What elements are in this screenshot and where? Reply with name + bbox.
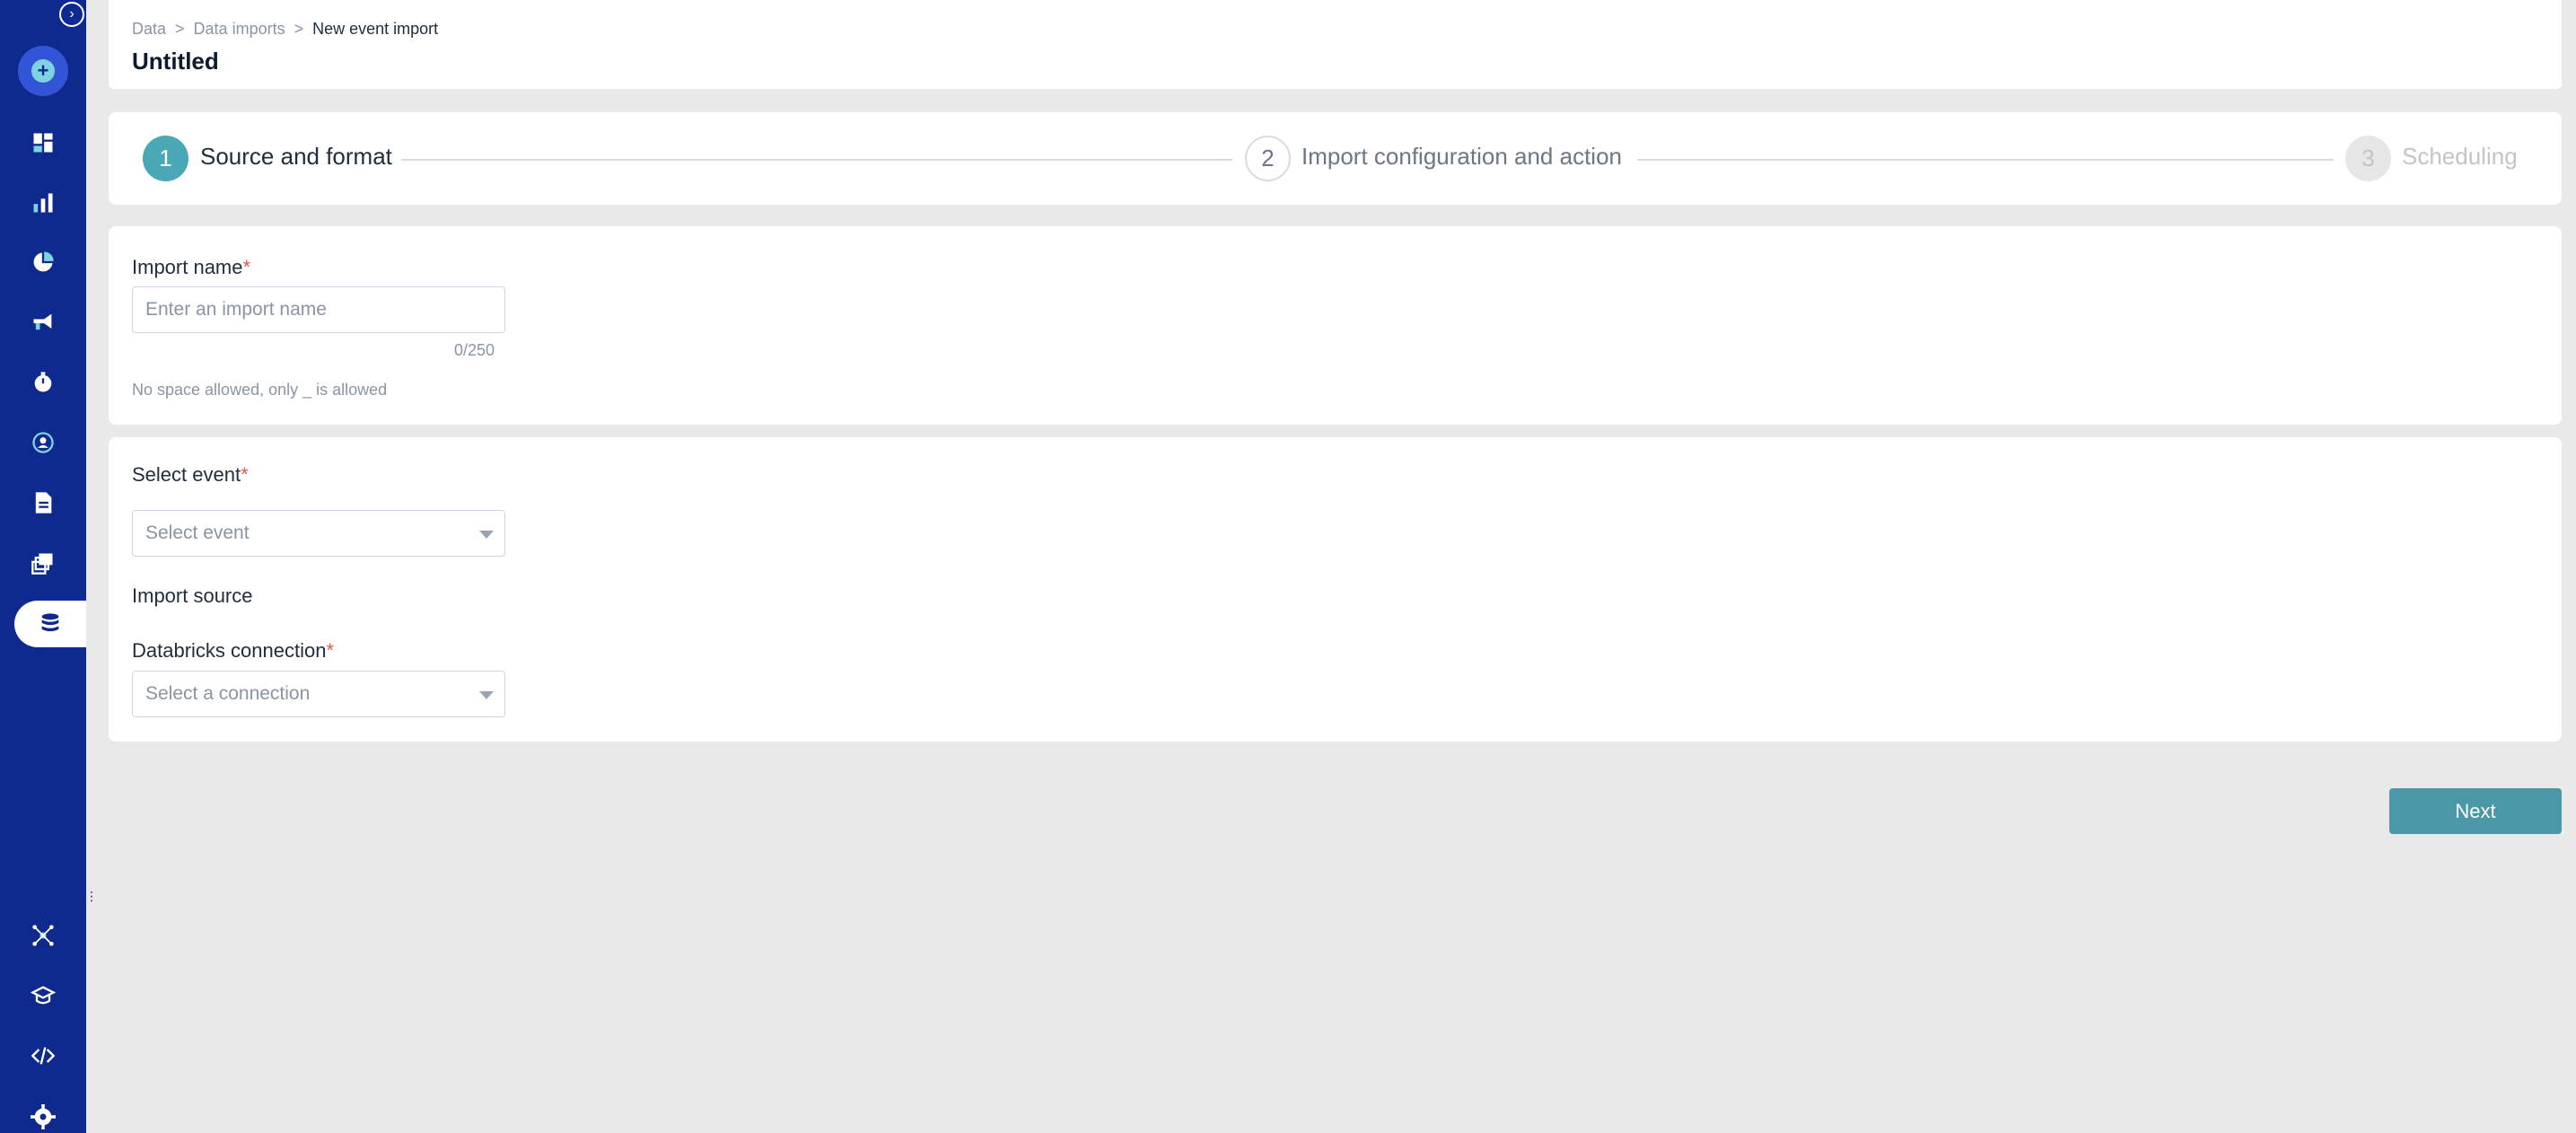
user-target-icon bbox=[32, 432, 54, 453]
import-name-label: Import name* bbox=[132, 256, 250, 279]
select-event-placeholder: Select event bbox=[145, 523, 250, 543]
sidebar-item-settings[interactable] bbox=[0, 1093, 86, 1133]
gear-icon bbox=[31, 1104, 56, 1129]
page-title[interactable]: Untitled bbox=[132, 48, 219, 75]
breadcrumb-separator: > bbox=[294, 20, 304, 38]
sidebar-item-audience[interactable] bbox=[0, 419, 86, 466]
plus-circle-icon: + bbox=[31, 59, 55, 83]
network-icon bbox=[32, 925, 54, 946]
breadcrumb-item-data[interactable]: Data bbox=[132, 20, 166, 39]
code-icon bbox=[31, 1047, 56, 1065]
databricks-connection-label-text: Databricks connection bbox=[132, 639, 327, 662]
chevron-right-circle-icon[interactable]: › bbox=[59, 2, 84, 27]
required-mark: * bbox=[241, 463, 249, 486]
event-source-card: Select event* Select event Import source… bbox=[109, 437, 2562, 742]
sidebar: › + ⋮ bbox=[0, 0, 98, 1133]
step-connector bbox=[401, 159, 1232, 161]
breadcrumb: Data > Data imports > New event import bbox=[132, 20, 438, 39]
chevron-down-icon bbox=[479, 531, 494, 539]
stopwatch-icon bbox=[34, 372, 52, 392]
sidebar-item-integrations[interactable] bbox=[0, 912, 86, 959]
sidebar-item-content[interactable] bbox=[0, 479, 86, 526]
step-1-number: 1 bbox=[143, 136, 188, 181]
dashboard-icon bbox=[33, 133, 53, 153]
step-2-number: 2 bbox=[1245, 136, 1291, 181]
create-button[interactable]: + bbox=[18, 46, 68, 96]
sidebar-item-developer[interactable] bbox=[0, 1032, 86, 1079]
step-3-number: 3 bbox=[2345, 136, 2391, 181]
breadcrumb-separator: > bbox=[175, 20, 185, 38]
sidebar-item-assets[interactable] bbox=[0, 540, 86, 586]
databricks-connection-label: Databricks connection* bbox=[132, 639, 334, 663]
step-2-label: Import configuration and action bbox=[1301, 143, 1622, 170]
character-counter: 0/250 bbox=[454, 341, 495, 359]
required-mark: * bbox=[242, 256, 251, 278]
sidebar-item-analytics[interactable] bbox=[0, 239, 86, 285]
import-name-card: Import name* 0/250 No space allowed, onl… bbox=[109, 226, 2562, 425]
document-icon bbox=[35, 492, 52, 514]
graduation-cap-icon bbox=[31, 986, 56, 1005]
import-name-label-text: Import name bbox=[132, 256, 243, 278]
step-1-label: Source and format bbox=[200, 143, 392, 170]
sidebar-item-academy[interactable] bbox=[0, 972, 86, 1019]
layers-icon bbox=[31, 553, 53, 575]
sidebar-item-journeys[interactable] bbox=[0, 359, 86, 406]
import-source-heading: Import source bbox=[132, 584, 253, 607]
select-event-label-text: Select event bbox=[132, 463, 241, 486]
pie-chart-icon bbox=[33, 251, 54, 272]
import-name-input[interactable] bbox=[132, 286, 505, 333]
sidebar-resize-handle[interactable]: ⋮ bbox=[85, 889, 98, 907]
step-connector bbox=[1637, 159, 2334, 161]
page-header: Data > Data imports > New event import U… bbox=[109, 0, 2562, 89]
sidebar-item-dashboard[interactable] bbox=[0, 119, 86, 166]
import-name-hint: No space allowed, only _ is allowed bbox=[132, 381, 388, 399]
stepper: 1 Source and format 2 Import configurati… bbox=[109, 112, 2562, 205]
breadcrumb-item-data-imports[interactable]: Data imports bbox=[194, 20, 285, 39]
databricks-connection-placeholder: Select a connection bbox=[145, 683, 311, 704]
sidebar-item-data[interactable] bbox=[14, 601, 86, 647]
breadcrumb-item-current: New event import bbox=[312, 20, 439, 38]
database-icon bbox=[41, 613, 59, 632]
megaphone-icon bbox=[33, 313, 52, 330]
chevron-down-icon bbox=[479, 691, 494, 699]
step-3-label: Scheduling bbox=[2402, 143, 2518, 170]
bar-chart-icon bbox=[33, 193, 53, 213]
sidebar-item-campaigns[interactable] bbox=[0, 299, 86, 346]
select-event-label: Select event* bbox=[132, 463, 249, 487]
select-event-dropdown[interactable]: Select event bbox=[132, 510, 505, 557]
required-mark: * bbox=[326, 639, 335, 662]
sidebar-item-reports[interactable] bbox=[0, 180, 86, 226]
next-button[interactable]: Next bbox=[2389, 788, 2562, 834]
databricks-connection-dropdown[interactable]: Select a connection bbox=[132, 671, 505, 717]
